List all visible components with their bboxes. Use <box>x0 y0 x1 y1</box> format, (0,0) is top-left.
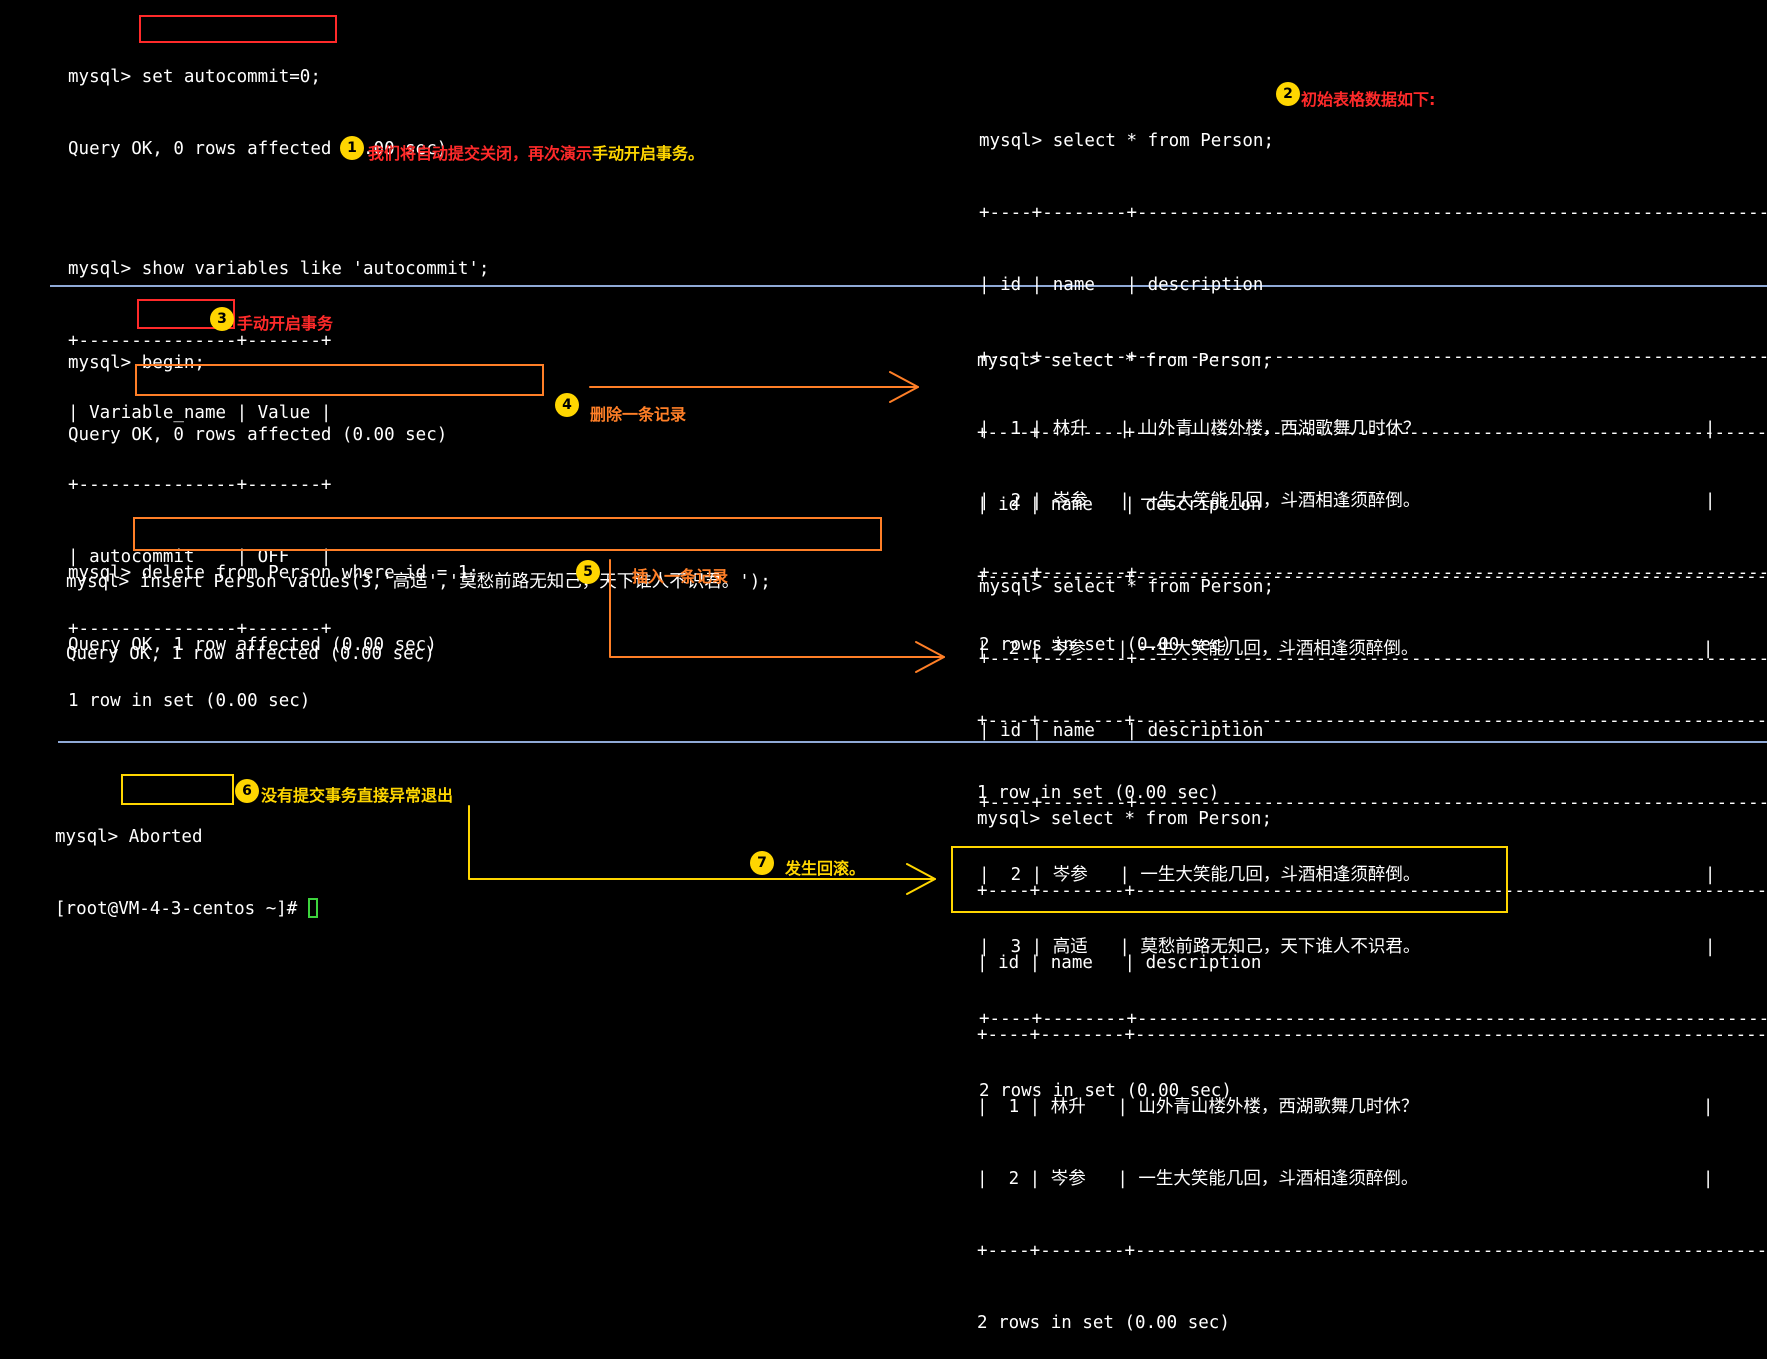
annotation-5: 插入一条记录 <box>632 567 729 586</box>
step-badge-5: 5 <box>576 560 600 584</box>
terminal-line: +----+--------+-------------------------… <box>977 1025 1767 1045</box>
step-badge-7: 7 <box>750 851 774 875</box>
arrow-rollback <box>468 805 936 895</box>
annotation-1: 我们将自动提交关闭，再次演示手动开启事务。 <box>368 140 704 164</box>
annotation-7: 发生回滚。 <box>785 859 866 878</box>
annotation-2: 初始表格数据如下: <box>1301 90 1436 109</box>
step-badge-6: 6 <box>235 779 259 803</box>
annotation-4: 删除一条记录 <box>590 405 687 424</box>
terminal-line: 2 rows in set (0.00 sec) <box>977 1313 1230 1333</box>
terminal-line: | 1 | 林升 | 山外青山楼外楼，西湖歌舞几时休？ | <box>977 1097 1714 1117</box>
annotation-1-yellow: 手动开启事务。 <box>592 144 705 163</box>
annotation-3: 手动开启事务 <box>237 314 334 333</box>
terminal-line: | 2 | 岑参 | 一生大笑能几回，斗酒相逢须醉倒。 | <box>977 1169 1714 1189</box>
step-badge-1: 1 <box>340 136 364 160</box>
arrow-delete <box>589 371 919 403</box>
step-badge-3: 3 <box>210 307 234 331</box>
annotation-6: 没有提交事务直接异常退出 <box>261 786 454 805</box>
step-badge-2: 2 <box>1276 82 1300 106</box>
step-badge-4: 4 <box>555 393 579 417</box>
terminal-line: +----+--------+-------------------------… <box>977 1241 1767 1261</box>
annotation-1-red: 我们将自动提交关闭，再次演示 <box>368 144 593 163</box>
annotation-arrows <box>468 371 945 895</box>
